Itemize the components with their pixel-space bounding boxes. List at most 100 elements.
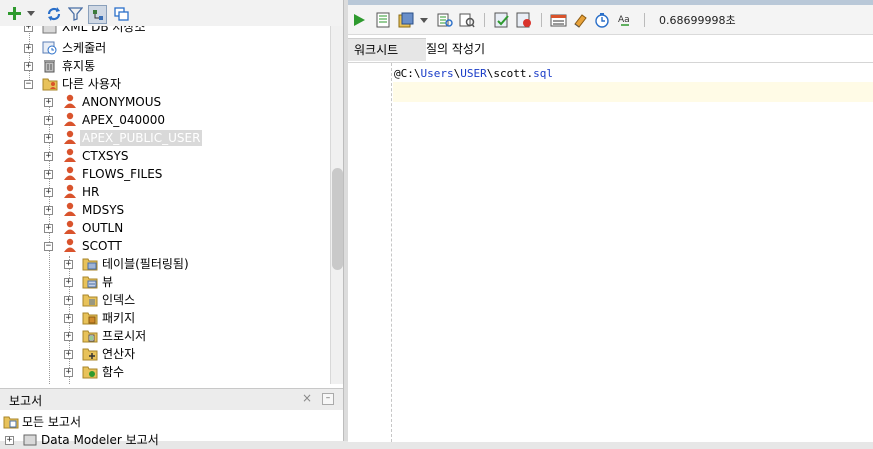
tree-item-packages[interactable]: + 패키지	[0, 309, 330, 327]
expand-icon[interactable]: +	[44, 170, 53, 179]
expand-icon[interactable]: +	[44, 134, 53, 143]
rollback-icon[interactable]	[515, 11, 533, 29]
tab-worksheet[interactable]: 워크시트	[348, 38, 426, 61]
tree-item-functions[interactable]: + 함수	[0, 363, 330, 381]
code-token-file: scott.	[493, 67, 534, 80]
scrollbar-thumb[interactable]	[332, 168, 343, 270]
refresh-icon[interactable]	[45, 5, 62, 22]
expand-icon[interactable]: +	[44, 224, 53, 233]
user-icon	[61, 147, 78, 164]
tree-item-label: CTXSYS	[82, 149, 129, 163]
tree-item-label: 함수	[102, 365, 125, 379]
expand-icon[interactable]: +	[64, 260, 73, 269]
tree-item-label: XML DB 저장소	[62, 26, 146, 34]
add-icon[interactable]	[6, 5, 23, 22]
dropdown-icon[interactable]	[419, 11, 429, 29]
user-icon	[61, 111, 78, 128]
tree-item-user-apex-public-user[interactable]: + APEX_PUBLIC_USER	[0, 129, 330, 147]
autotrace-icon[interactable]	[458, 11, 476, 29]
commit-check-icon[interactable]	[493, 11, 511, 29]
tree-item-procedures[interactable]: + 프로시저	[0, 327, 330, 345]
tree-item-label: 테이블(필터링됨)	[102, 257, 189, 271]
users-folder-icon	[41, 75, 58, 92]
reports-folder-icon	[2, 413, 19, 430]
expand-icon[interactable]: +	[44, 152, 53, 161]
tree-item-user-apex-040000[interactable]: + APEX_040000	[0, 111, 330, 129]
procedure-folder-icon	[81, 327, 98, 344]
expand-icon[interactable]: +	[64, 296, 73, 305]
expand-icon[interactable]: +	[64, 368, 73, 377]
expand-icon[interactable]: +	[24, 62, 33, 71]
tree-item-user-mdsys[interactable]: + MDSYS	[0, 201, 330, 219]
tree-item-user-ctxsys[interactable]: + CTXSYS	[0, 147, 330, 165]
tree-item-views[interactable]: + 뷰	[0, 273, 330, 291]
package-folder-icon	[81, 309, 98, 326]
tree-item-scheduler[interactable]: + 스케줄러	[0, 39, 330, 57]
toolbar-separator	[644, 13, 645, 27]
user-icon	[61, 237, 78, 254]
dropdown-icon[interactable]	[26, 5, 36, 22]
tree-item-data-modeler-reports[interactable]: + Data Modeler 보고서	[0, 431, 345, 449]
tree-item-label: SCOTT	[82, 239, 122, 253]
tree-item-label: 인덱스	[102, 293, 136, 307]
expand-icon[interactable]: +	[44, 206, 53, 215]
tree-item-other-users[interactable]: − 다른 사용자	[0, 75, 330, 93]
minimize-icon[interactable]: –	[322, 393, 334, 405]
expand-icon[interactable]: +	[64, 332, 73, 341]
expand-icon[interactable]: +	[44, 98, 53, 107]
tab-query-builder[interactable]: 질의 작성기	[420, 38, 491, 60]
tree-item-recycle-bin[interactable]: + 휴지통	[0, 57, 330, 75]
worksheet-toolbar: Aa 0.68699998초	[348, 5, 873, 35]
tree-item-user-hr[interactable]: + HR	[0, 183, 330, 201]
tree-item-label: MDSYS	[82, 203, 125, 217]
tree-item-label: APEX_040000	[82, 113, 166, 127]
collapse-icon[interactable]: −	[44, 242, 53, 251]
filter-icon[interactable]	[67, 5, 84, 22]
user-icon	[61, 165, 78, 182]
collapse-icon[interactable]: −	[24, 80, 33, 89]
tree-item-user-anonymous[interactable]: + ANONYMOUS	[0, 93, 330, 111]
tree-item-user-scott[interactable]: − SCOTT	[0, 237, 330, 255]
tree-item-indexes[interactable]: + 인덱스	[0, 291, 330, 309]
code-line-1[interactable]: @C:\Users\USER\scott.sql	[394, 67, 553, 80]
editor-gutter-line	[391, 63, 392, 442]
expand-icon[interactable]: +	[24, 44, 33, 53]
tree-item-label: 스케줄러	[62, 41, 107, 55]
new-window-icon[interactable]	[113, 5, 130, 22]
expand-icon[interactable]: +	[64, 314, 73, 323]
expand-icon[interactable]: +	[44, 188, 53, 197]
tree-item-label: FLOWS_FILES	[82, 167, 163, 181]
tree-item-user-outln[interactable]: + OUTLN	[0, 219, 330, 237]
tree-item-partial	[0, 381, 330, 384]
tree-item-user-flows-files[interactable]: + FLOWS_FILES	[0, 165, 330, 183]
tree-item-operators[interactable]: + 연산자	[0, 345, 330, 363]
run-script-icon[interactable]	[374, 11, 392, 29]
close-icon[interactable]: ×	[302, 391, 312, 405]
expand-icon[interactable]: +	[24, 26, 33, 32]
expand-icon[interactable]: +	[64, 278, 73, 287]
code-token-sep: \	[413, 67, 421, 80]
tree-item-xml-db[interactable]: + XML DB 저장소	[0, 26, 330, 36]
tree-item-all-reports[interactable]: 모든 보고서	[0, 413, 345, 431]
sql-editor[interactable]: @C:\Users\USER\scott.sql	[348, 62, 873, 442]
commit-icon[interactable]	[397, 11, 415, 29]
format-case-icon[interactable]: Aa	[616, 11, 634, 29]
tree-item-tables[interactable]: + 테이블(필터링됨)	[0, 255, 330, 273]
explain-plan-icon[interactable]	[436, 11, 454, 29]
schema-browser-icon[interactable]	[88, 5, 107, 24]
tree-item-label: OUTLN	[82, 221, 124, 235]
tree-item-label: Data Modeler 보고서	[41, 433, 159, 447]
sql-tuning-icon[interactable]	[549, 11, 567, 29]
expand-icon[interactable]: +	[44, 116, 53, 125]
eraser-icon[interactable]	[571, 11, 589, 29]
user-icon	[61, 219, 78, 236]
xml-db-icon	[41, 26, 58, 36]
tree-item-label: 휴지통	[62, 59, 96, 73]
expand-icon[interactable]: +	[64, 350, 73, 359]
function-folder-icon	[81, 363, 98, 380]
folder-icon	[81, 381, 98, 384]
run-statement-icon[interactable]	[350, 11, 368, 29]
reports-tree: 모든 보고서 + Data Modeler 보고서	[0, 410, 345, 447]
history-icon[interactable]	[593, 11, 611, 29]
execution-time-label: 0.68699998초	[659, 14, 736, 27]
